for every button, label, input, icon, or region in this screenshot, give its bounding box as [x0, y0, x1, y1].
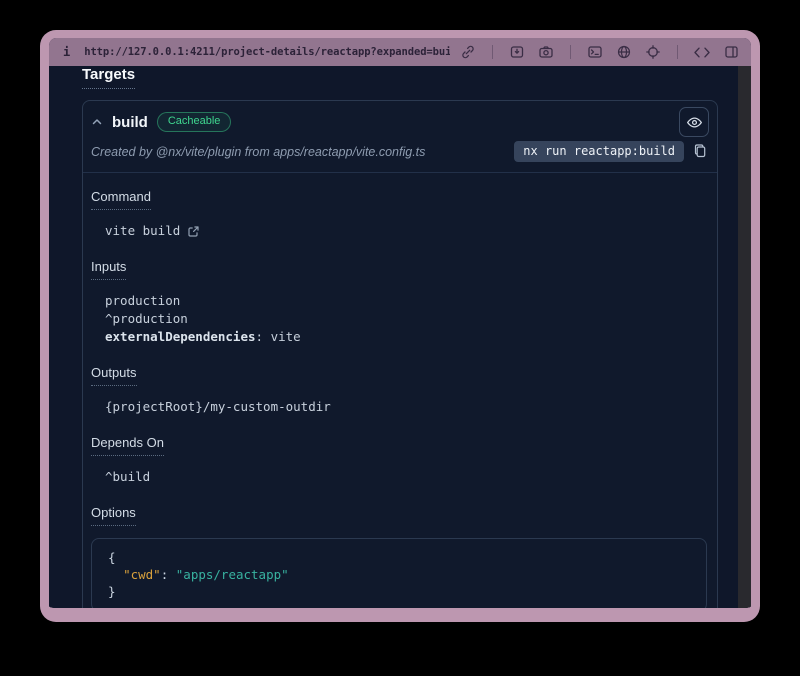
json-value: "apps/reactapp"	[176, 567, 289, 582]
section-command: Command vite build	[91, 188, 709, 240]
output-item: {projectRoot}/my-custom-outdir	[105, 398, 709, 416]
copy-icon[interactable]	[693, 144, 707, 159]
code-icon[interactable]	[692, 42, 712, 62]
cacheable-badge: Cacheable	[157, 112, 232, 132]
split-panel-icon[interactable]	[721, 42, 741, 62]
section-options: Options { "cwd": "apps/reactapp" }	[91, 504, 709, 608]
json-key: "cwd"	[123, 567, 161, 582]
url-text[interactable]: http://127.0.0.1:4211/project-details/re…	[84, 46, 450, 58]
build-header-meta: Created by @nx/vite/plugin from apps/rea…	[91, 141, 709, 162]
options-label: Options	[91, 505, 136, 526]
json-close-brace: }	[108, 583, 690, 600]
globe-icon[interactable]	[614, 42, 634, 62]
download-box-icon[interactable]	[507, 42, 527, 62]
scrollbar-track[interactable]	[738, 66, 751, 608]
view-graph-eye-button[interactable]	[679, 107, 709, 137]
browser-window: i http://127.0.0.1:4211/project-details/…	[40, 30, 760, 622]
crosshair-icon[interactable]	[643, 42, 663, 62]
build-card-body: Command vite build Inputs	[83, 173, 717, 608]
link-icon[interactable]	[458, 42, 478, 62]
build-card-header: build Cacheable Created by @nx/vite/plug…	[83, 101, 717, 173]
camera-icon[interactable]	[536, 42, 556, 62]
section-depends-on: Depends On ^build	[91, 434, 709, 486]
input-item: production	[105, 292, 709, 310]
page-title: Targets	[82, 66, 135, 89]
project-details-page: Targets build Cacheable C	[49, 66, 738, 608]
build-header-toggle[interactable]: build Cacheable	[91, 109, 709, 135]
browser-topbar: i http://127.0.0.1:4211/project-details/…	[49, 38, 751, 66]
json-open-brace: {	[108, 549, 690, 566]
toolbar-divider	[677, 45, 678, 59]
command-label: Command	[91, 189, 151, 210]
outputs-label: Outputs	[91, 365, 137, 386]
created-by-text: Created by @nx/vite/plugin from apps/rea…	[91, 145, 425, 159]
toolbar-divider	[492, 45, 493, 59]
input-item: ^production	[105, 310, 709, 328]
depends-on-item: ^build	[105, 468, 709, 486]
terminal-icon[interactable]	[585, 42, 605, 62]
input-item-external-deps: externalDependencies: vite	[105, 328, 709, 346]
target-name-build: build	[112, 114, 148, 131]
json-cwd-line: "cwd": "apps/reactapp"	[108, 566, 690, 583]
external-deps-value: : vite	[256, 329, 301, 344]
options-json-block: { "cwd": "apps/reactapp" }	[91, 538, 707, 608]
toolbar-divider	[570, 45, 571, 59]
external-link-icon[interactable]	[187, 225, 200, 238]
inputs-label: Inputs	[91, 259, 126, 280]
run-command-chip: nx run reactapp:build	[514, 141, 684, 162]
command-value: vite build	[105, 222, 180, 240]
target-card-build: build Cacheable Created by @nx/vite/plug…	[82, 100, 718, 608]
topbar-actions	[458, 42, 741, 62]
info-icon: i	[63, 45, 70, 59]
depends-on-label: Depends On	[91, 435, 164, 456]
chevron-up-icon	[91, 116, 103, 128]
section-outputs: Outputs {projectRoot}/my-custom-outdir	[91, 364, 709, 416]
section-inputs: Inputs production ^production externalDe…	[91, 258, 709, 346]
external-deps-key: externalDependencies	[105, 329, 256, 344]
webview: Targets build Cacheable C	[49, 66, 751, 608]
json-colon: :	[161, 567, 176, 582]
